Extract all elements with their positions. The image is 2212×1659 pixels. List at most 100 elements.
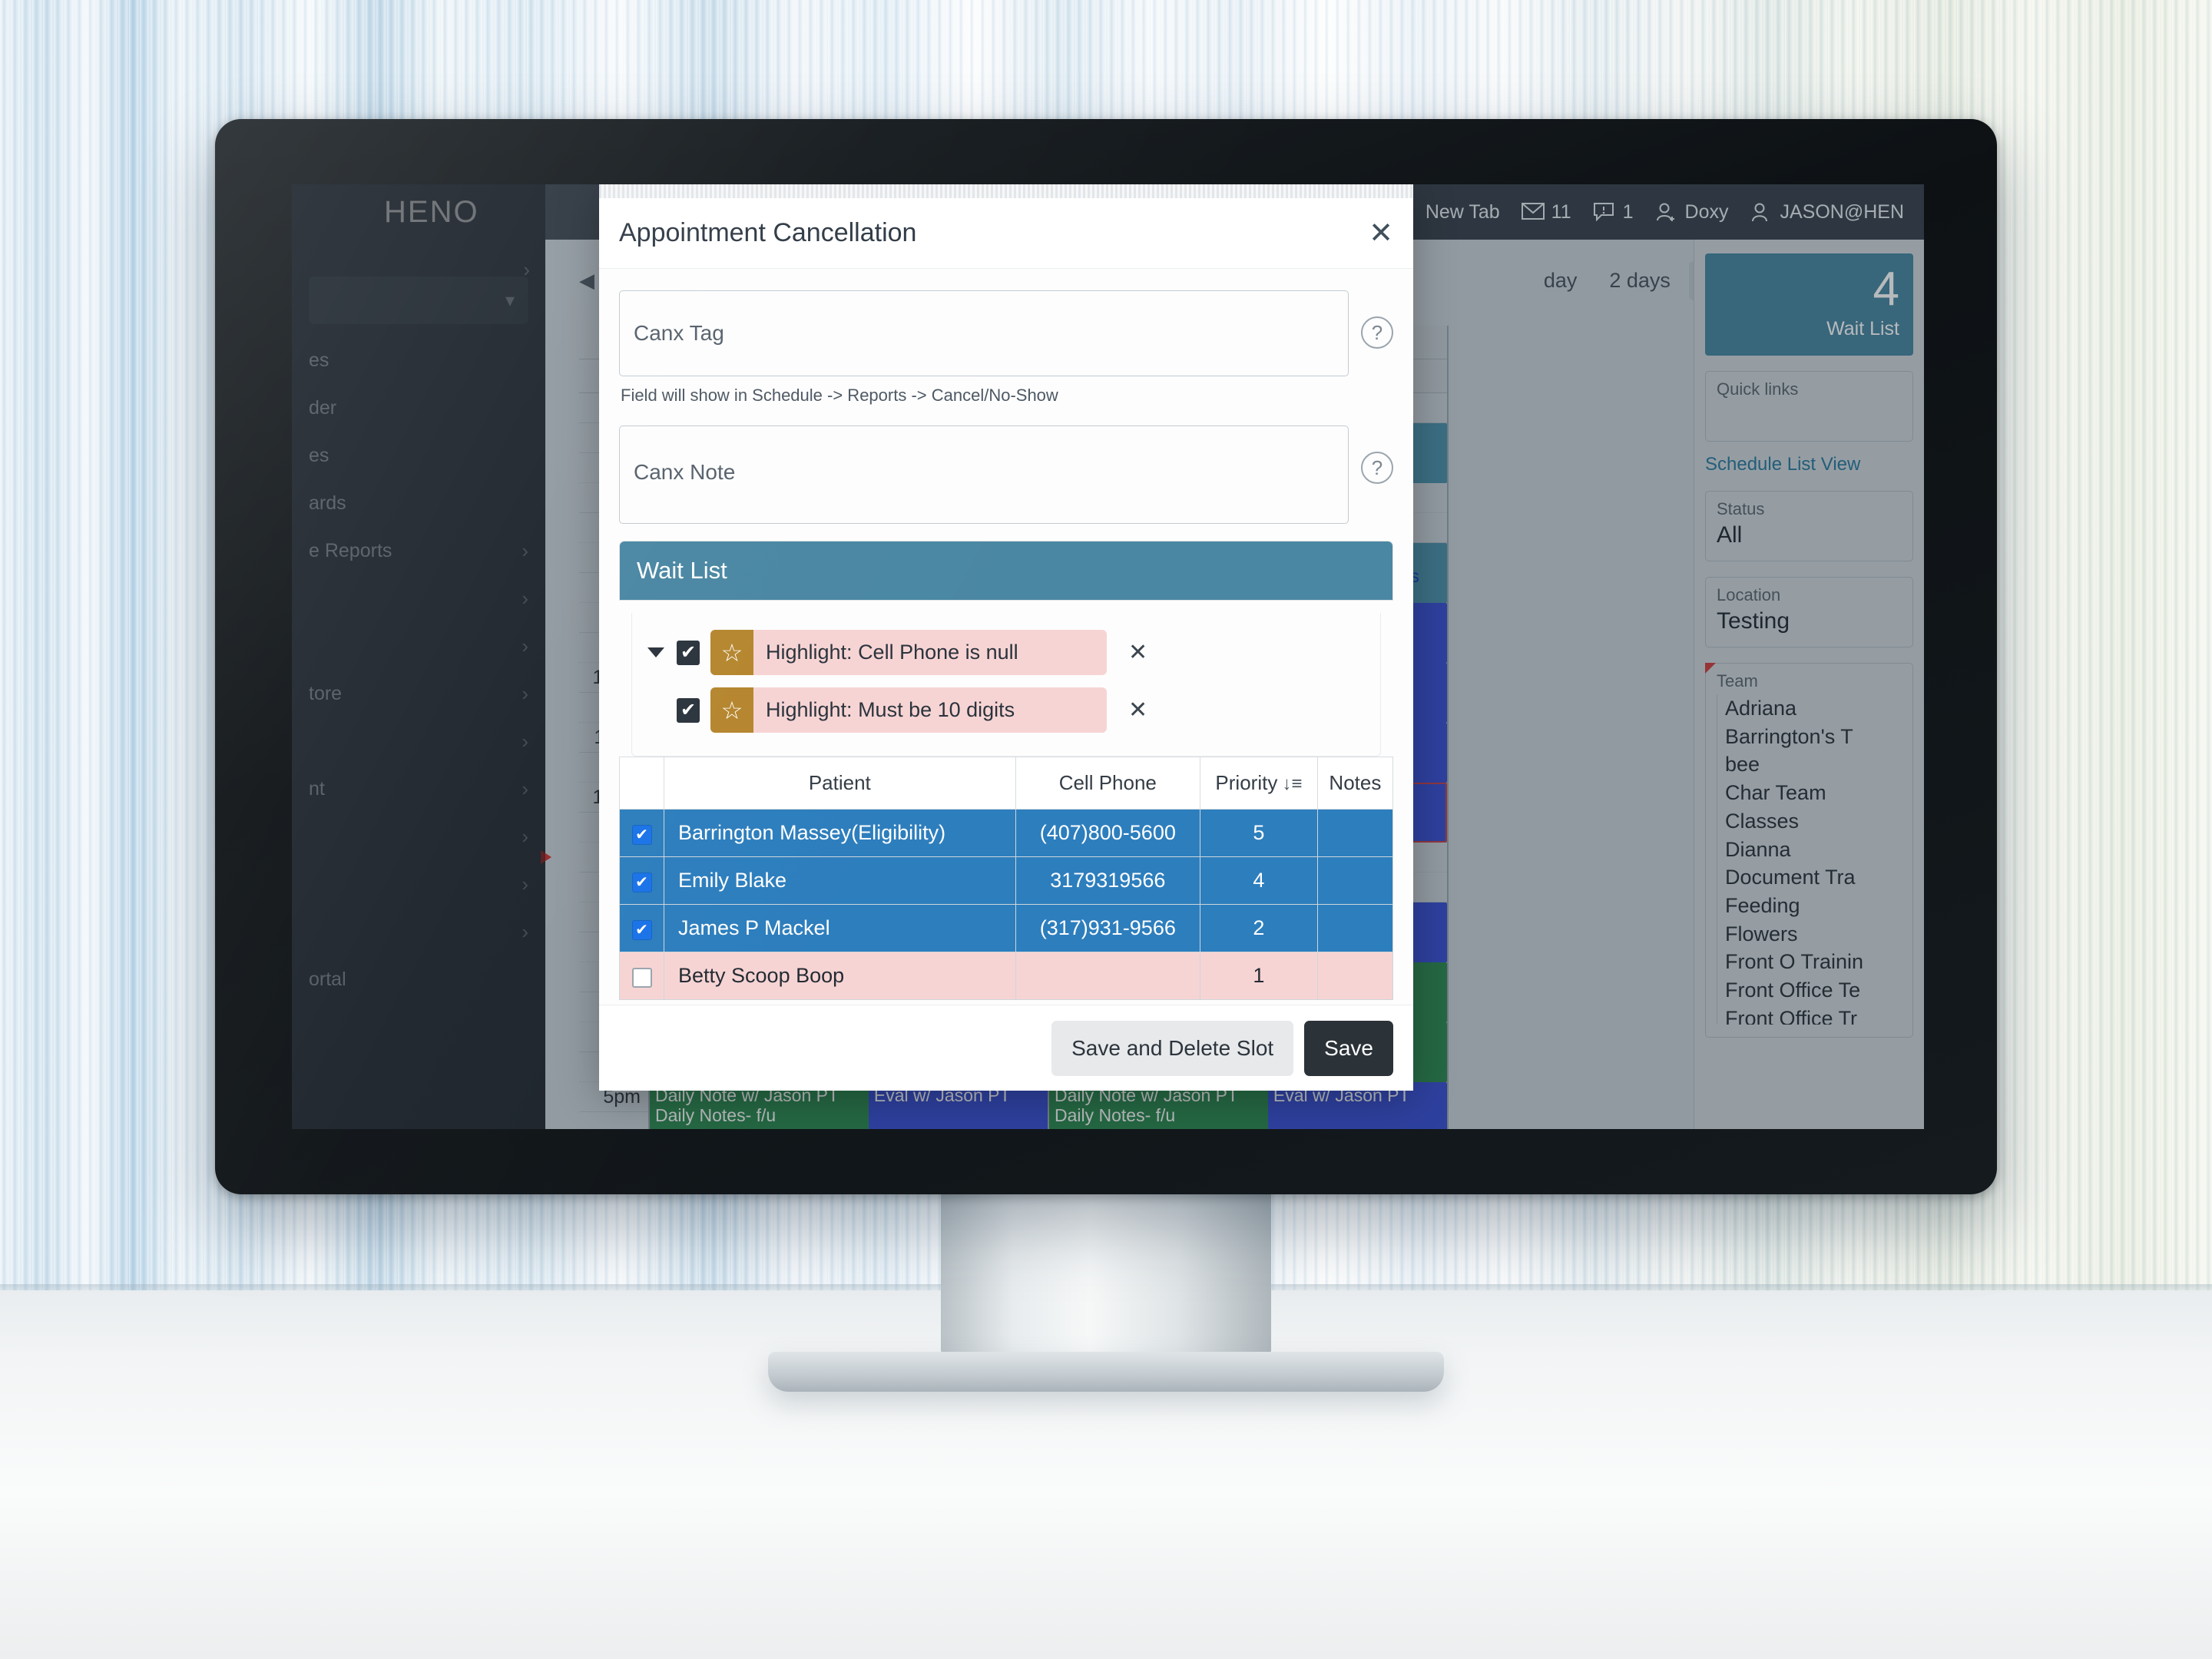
alert-count: 1 <box>1622 200 1634 223</box>
team-list[interactable]: Adriana Barrington's Tbee Char Team Classes… <box>1717 694 1902 1025</box>
cell-patient: Barrington Massey(Eligibility) <box>664 809 1016 857</box>
right-filter-panel: 4 Wait List Quick links Schedule List Vi… <box>1694 240 1924 1129</box>
save-button[interactable]: Save <box>1304 1020 1393 1076</box>
highlight-filters: ✔ ☆ Highlight: Cell Phone is null ✕ ✔ ☆ Highli… <box>631 613 1381 757</box>
cell-priority: 1 <box>1200 952 1318 1000</box>
monitor-stand-neck <box>941 1187 1271 1363</box>
team-list-item[interactable]: bee <box>1725 750 1902 779</box>
column-header-patient[interactable]: Patient <box>664 757 1016 810</box>
team-field[interactable]: Team Adriana Barrington's Tbee Char Team Cl… <box>1705 663 1913 1038</box>
filter-checkbox[interactable]: ✔ <box>677 640 700 665</box>
row-select-cell[interactable]: ✔ <box>619 952 664 1000</box>
remove-filter-icon[interactable]: ✕ <box>1128 697 1147 724</box>
quick-links-field[interactable]: Quick links <box>1705 371 1913 442</box>
mail-button[interactable]: 11 <box>1521 200 1571 224</box>
cell-notes <box>1316 952 1394 1000</box>
canx-note-input[interactable]: Canx Note <box>619 426 1349 524</box>
team-list-item[interactable]: Dianna <box>1725 836 1902 864</box>
column-header-notes[interactable]: Notes <box>1316 757 1394 810</box>
highlight-filter-label: Highlight: Must be 10 digits <box>753 687 1107 733</box>
chevron-down-icon[interactable] <box>647 647 664 657</box>
cell-patient: Betty Scoop Boop <box>664 952 1016 1000</box>
filter-checkbox[interactable]: ✔ <box>677 697 700 723</box>
help-icon[interactable]: ? <box>1361 452 1393 484</box>
table-row[interactable]: ✔ Barrington Massey(Eligibility) (407)800-… <box>619 809 1394 857</box>
quick-links-value <box>1717 402 1902 429</box>
table-row[interactable]: ✔ James P Mackel (317)931-9566 2 <box>619 904 1394 952</box>
alerts-button[interactable]: 1 <box>1593 201 1634 224</box>
team-list-item[interactable]: Char Team <box>1725 779 1902 807</box>
remove-filter-icon[interactable]: ✕ <box>1128 639 1147 666</box>
cell-cell-phone: (407)800-5600 <box>1015 809 1201 857</box>
prev-period-button[interactable]: ◀ <box>579 269 594 293</box>
modal-footer: Save and Delete Slot Save <box>599 1005 1413 1091</box>
row-checkbox[interactable]: ✔ <box>631 872 652 892</box>
modal-body: Canx Tag ? Field will show in Schedule -… <box>599 269 1413 1005</box>
heno-web-app: HENO New Tab 11 1 Doxy JASON@HEN › ▾ es … <box>292 184 1924 1129</box>
team-list-item[interactable]: Barrington's T <box>1725 723 1902 751</box>
team-list-item[interactable]: Front Office Te <box>1725 976 1902 1005</box>
row-checkbox[interactable]: ✔ <box>631 824 652 845</box>
team-list-item[interactable]: Document Tra <box>1725 863 1902 892</box>
calendar-view-tab-day[interactable]: day <box>1530 261 1591 300</box>
status-field[interactable]: Status All <box>1705 491 1913 561</box>
team-list-item[interactable]: Front O Trainin <box>1725 948 1902 976</box>
topbar-right-cluster: New Tab 11 1 Doxy JASON@HEN <box>1426 201 1924 224</box>
highlight-filter-chip[interactable]: ☆ Highlight: Cell Phone is null <box>710 630 1107 675</box>
team-list-item[interactable]: Adriana <box>1725 694 1902 723</box>
team-list-item[interactable]: Flowers <box>1725 920 1902 949</box>
table-row[interactable]: ✔ Emily Blake 3179319566 4 <box>619 856 1394 905</box>
cell-notes <box>1316 904 1394 952</box>
account-label: JASON@HEN <box>1780 200 1904 223</box>
canx-tag-input[interactable]: Canx Tag <box>619 290 1349 376</box>
location-field[interactable]: Location Testing <box>1705 577 1913 647</box>
table-header-row: Patient Cell Phone Priority ↓≡ Notes <box>619 757 1394 810</box>
row-checkbox[interactable]: ✔ <box>631 919 652 940</box>
wait-list-badge-label: Wait List <box>1826 318 1899 339</box>
table-row[interactable]: ✔ Betty Scoop Boop 1 <box>619 952 1394 1000</box>
cell-priority: 4 <box>1200 856 1318 905</box>
team-caption: Team <box>1717 671 1758 690</box>
new-tab-button[interactable]: New Tab <box>1426 201 1500 224</box>
row-checkbox[interactable]: ✔ <box>631 967 652 988</box>
row-select-cell[interactable]: ✔ <box>619 809 664 857</box>
column-header-priority[interactable]: Priority ↓≡ <box>1200 757 1318 810</box>
calendar-view-tab-2-days[interactable]: 2 days <box>1595 261 1684 300</box>
user-add-icon <box>1655 202 1678 222</box>
column-header-cell-phone[interactable]: Cell Phone <box>1015 757 1201 810</box>
wait-list-table: Patient Cell Phone Priority ↓≡ Notes ✔ Barrin… <box>619 757 1394 1000</box>
schedule-list-view-link[interactable]: Schedule List View <box>1705 454 1913 475</box>
star-icon: ☆ <box>710 630 753 675</box>
team-list-item[interactable]: Feeding <box>1725 892 1902 920</box>
save-and-delete-slot-button[interactable]: Save and Delete Slot <box>1051 1020 1294 1076</box>
mail-count: 11 <box>1551 200 1571 223</box>
time-half-slot <box>579 1112 648 1129</box>
cell-notes <box>1316 809 1394 857</box>
row-select-cell[interactable]: ✔ <box>619 904 664 952</box>
close-icon[interactable]: ✕ <box>1369 219 1393 248</box>
column-header-select[interactable] <box>619 757 664 810</box>
highlight-filter-chip[interactable]: ☆ Highlight: Must be 10 digits <box>710 687 1107 733</box>
canx-note-row: Canx Note ? <box>619 426 1393 524</box>
location-value: Testing <box>1717 608 1790 634</box>
help-icon[interactable]: ? <box>1361 316 1393 349</box>
team-list-item[interactable]: Classes <box>1725 807 1902 836</box>
modal-drag-handle[interactable] <box>599 184 1413 198</box>
cell-priority: 5 <box>1200 809 1318 857</box>
canx-tag-helper-text: Field will show in Schedule -> Reports -… <box>621 386 1058 405</box>
row-select-cell[interactable]: ✔ <box>619 856 664 905</box>
canx-tag-placeholder: Canx Tag <box>634 321 724 345</box>
team-list-item[interactable]: Front Office Tr <box>1725 1005 1902 1025</box>
account-menu[interactable]: JASON@HEN <box>1750 201 1904 224</box>
status-value: All <box>1717 522 1743 548</box>
doxy-button[interactable]: Doxy <box>1655 201 1728 224</box>
modal-header: Appointment Cancellation ✕ <box>599 198 1413 269</box>
cell-cell-phone: (317)931-9566 <box>1015 904 1201 952</box>
status-caption: Status <box>1717 499 1765 518</box>
wait-list-card: Wait List <box>619 541 1393 601</box>
canx-tag-row: Canx Tag ? <box>619 290 1393 376</box>
wait-list-badge[interactable]: 4 Wait List <box>1705 253 1913 356</box>
highlight-filter-row: ✔ ☆ Highlight: Must be 10 digits ✕ <box>647 687 1365 733</box>
monitor-stand-base <box>768 1352 1444 1392</box>
wait-list-table-body: ✔ Barrington Massey(Eligibility) (407)800-… <box>619 809 1394 1000</box>
